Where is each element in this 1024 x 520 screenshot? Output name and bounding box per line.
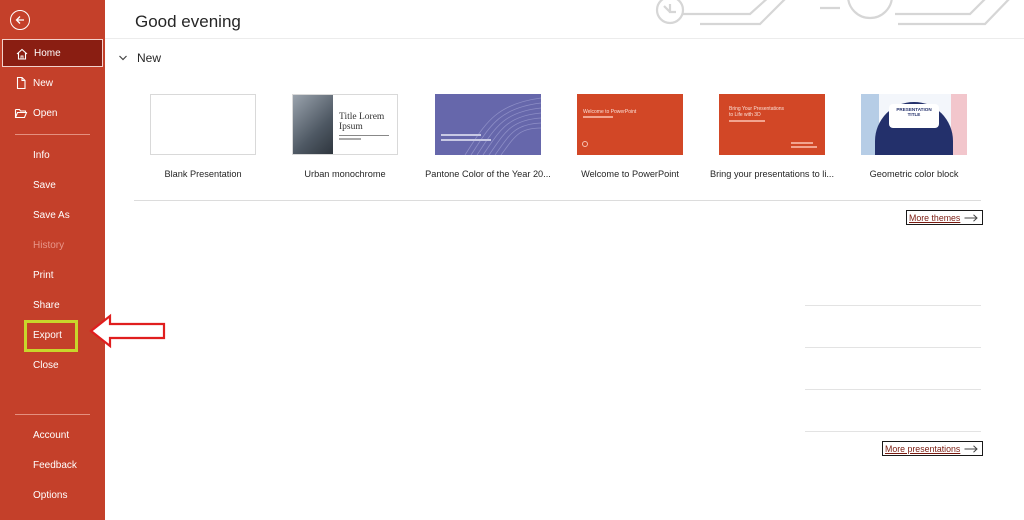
more-themes-label: More themes bbox=[909, 212, 961, 223]
chevron-down-icon bbox=[119, 55, 127, 61]
home-icon bbox=[15, 47, 29, 61]
template-label: Pantone Color of the Year 20... bbox=[425, 169, 551, 179]
nav-label-print: Print bbox=[33, 269, 54, 281]
template-thumbnail: PRESENTATION TITLE bbox=[861, 94, 967, 155]
template-geometric[interactable]: PRESENTATION TITLE Geometric color block bbox=[861, 94, 967, 179]
template-thumbnail bbox=[150, 94, 256, 155]
template-label: Urban monochrome bbox=[304, 169, 386, 179]
more-presentations-link[interactable]: More presentations bbox=[882, 441, 984, 456]
nav-label-close: Close bbox=[33, 359, 59, 371]
template-pantone[interactable]: Pantone Color of the Year 20... bbox=[425, 94, 551, 179]
nav-new[interactable]: New bbox=[0, 68, 105, 98]
template-label: Bring your presentations to li... bbox=[709, 169, 835, 179]
circuit-decoration bbox=[655, 0, 1010, 26]
thumbnail-photo bbox=[293, 95, 333, 154]
sidebar-divider bbox=[15, 134, 90, 135]
back-arrow-icon[interactable] bbox=[10, 10, 30, 30]
template-thumbnail bbox=[435, 94, 541, 155]
nav-label-home: Home bbox=[34, 47, 61, 59]
recent-row-divider bbox=[805, 431, 981, 432]
template-label: Geometric color block bbox=[869, 169, 959, 179]
nav-label-feedback: Feedback bbox=[33, 459, 77, 471]
backstage-sidebar: Home New Open Info Save Save As History … bbox=[0, 0, 105, 520]
nav-account[interactable]: Account bbox=[0, 420, 105, 450]
red-pointer-arrow-icon bbox=[89, 313, 166, 349]
nav-label-history: History bbox=[33, 239, 65, 251]
nav-save-as[interactable]: Save As bbox=[0, 200, 105, 230]
more-presentations-label: More presentations bbox=[885, 443, 961, 454]
thumbnail-title: Bring Your Presentations to Life with 3D bbox=[729, 106, 785, 118]
nav-options[interactable]: Options bbox=[0, 480, 105, 510]
folder-open-icon bbox=[14, 106, 28, 120]
section-divider bbox=[134, 200, 981, 201]
new-section-toggle[interactable]: New bbox=[118, 51, 161, 65]
nav-feedback[interactable]: Feedback bbox=[0, 450, 105, 480]
greeting-title: Good evening bbox=[135, 12, 241, 31]
nav-print[interactable]: Print bbox=[0, 260, 105, 290]
new-section-label: New bbox=[137, 51, 162, 65]
new-file-icon bbox=[14, 76, 28, 90]
recent-row-divider bbox=[805, 347, 981, 348]
template-3d[interactable]: Bring Your Presentations to Life with 3D… bbox=[710, 94, 834, 179]
template-thumbnail: Title Lorem Ipsum bbox=[292, 94, 398, 155]
nav-info[interactable]: Info bbox=[0, 140, 105, 170]
template-urban-monochrome[interactable]: Title Lorem Ipsum Urban monochrome bbox=[292, 94, 398, 179]
nav-close[interactable]: Close bbox=[0, 350, 105, 380]
template-label: Blank Presentation bbox=[164, 169, 242, 179]
nav-label-new: New bbox=[33, 77, 54, 89]
nav-home[interactable]: Home bbox=[2, 39, 103, 67]
nav-save[interactable]: Save bbox=[0, 170, 105, 200]
nav-label-options: Options bbox=[33, 489, 68, 501]
template-thumbnail: Bring Your Presentations to Life with 3D bbox=[719, 94, 825, 155]
wave-lines-graphic bbox=[464, 97, 541, 155]
more-themes-link[interactable]: More themes bbox=[906, 210, 984, 225]
nav-label-share: Share bbox=[33, 299, 60, 311]
nav-label-save: Save bbox=[33, 179, 56, 191]
nav-label-save-as: Save As bbox=[33, 209, 70, 221]
template-welcome[interactable]: Welcome to PowerPoint Welcome to PowerPo… bbox=[577, 94, 683, 179]
recent-row-divider bbox=[805, 305, 981, 306]
arrow-right-icon bbox=[964, 444, 979, 453]
arrow-right-icon bbox=[964, 213, 979, 222]
thumbnail-title: Welcome to PowerPoint bbox=[583, 109, 637, 115]
thumbnail-title: Title Lorem Ipsum bbox=[339, 112, 385, 132]
nav-open[interactable]: Open bbox=[0, 98, 105, 128]
nav-label-open: Open bbox=[33, 107, 58, 119]
header-divider bbox=[105, 38, 1024, 39]
nav-label-account: Account bbox=[33, 429, 70, 441]
template-label: Welcome to PowerPoint bbox=[581, 169, 679, 179]
export-highlight-box bbox=[24, 320, 78, 352]
template-blank[interactable]: Blank Presentation bbox=[150, 94, 256, 179]
template-thumbnail: Welcome to PowerPoint bbox=[577, 94, 683, 155]
recent-row-divider bbox=[805, 389, 981, 390]
nav-label-info: Info bbox=[33, 149, 50, 161]
thumbnail-title: PRESENTATION TITLE bbox=[896, 107, 932, 117]
sidebar-divider bbox=[15, 414, 90, 415]
nav-history: History bbox=[0, 230, 105, 260]
